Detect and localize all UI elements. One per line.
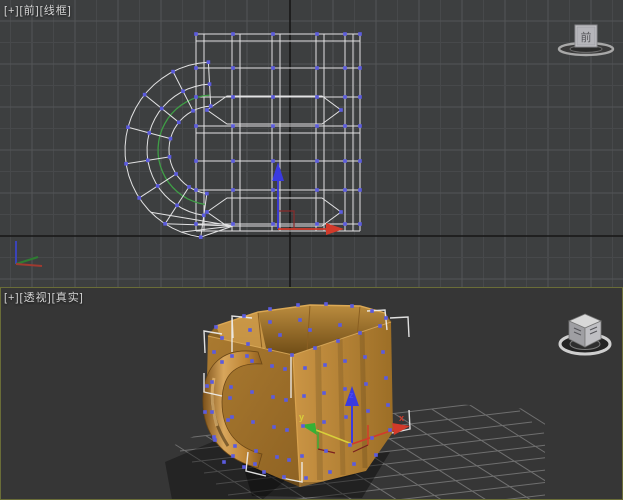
viewcube-perspective-icon[interactable] [558, 313, 612, 356]
viewport-perspective-label[interactable]: [+][透视][真实] [4, 289, 84, 305]
gizmo-z-label: z [349, 390, 354, 400]
gizmo-y-label: y [299, 412, 304, 422]
viewcube-face-label: 前 [581, 30, 592, 44]
viewport-front[interactable]: 前 [+][前][线框] [0, 0, 623, 287]
perspective-viewport-canvas[interactable]: z y x [0, 287, 623, 500]
world-axis-tripod [15, 241, 43, 267]
grid [0, 0, 623, 287]
max-viewport-area: 前 [+][前][线框] z y x [+][透视][真实] [0, 0, 623, 500]
gizmo-x-arrowhead[interactable] [326, 223, 344, 235]
front-viewport-canvas[interactable]: 前 [0, 0, 623, 287]
face-crease [337, 337, 346, 476]
viewport-perspective[interactable]: z y x [+][透视][真实] [0, 287, 623, 500]
face-crease [315, 345, 323, 481]
gizmo-x-label: x [399, 413, 404, 423]
viewport-front-label[interactable]: [+][前][线框] [4, 2, 72, 18]
viewcube-front-icon[interactable]: 前 [557, 24, 615, 57]
